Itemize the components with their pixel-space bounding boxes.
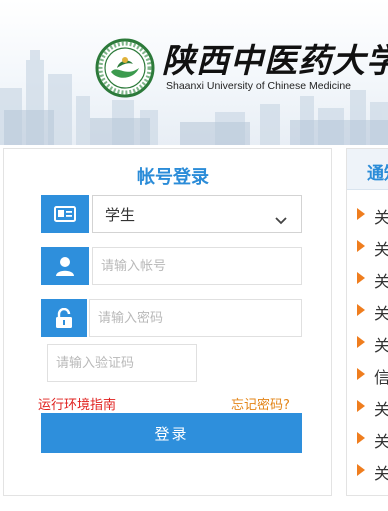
notice-item-text: 关 (374, 428, 388, 452)
role-select[interactable]: 学生 (92, 195, 302, 233)
notice-header: 通知 (347, 149, 388, 190)
bullet-arrow-icon (357, 464, 365, 476)
chevron-down-icon (275, 210, 287, 229)
lock-icon (41, 299, 87, 337)
university-name-en: Shaanxi University of Chinese Medicine (166, 80, 352, 92)
university-name-cn: 陕西中医药大学 (162, 41, 388, 80)
bullet-arrow-icon (357, 208, 365, 220)
header-banner: 陕西中医药大学 Shaanxi University of Chinese Me… (0, 0, 388, 145)
bullet-arrow-icon (357, 368, 365, 380)
notice-item-text: 信 (374, 364, 388, 388)
notice-item[interactable]: 关 (347, 396, 388, 419)
notice-item[interactable]: 关 (347, 332, 388, 355)
university-seal-icon (95, 38, 155, 98)
login-panel: 帐号登录 学生 运行环境指南 (3, 148, 332, 496)
bullet-arrow-icon (357, 304, 365, 316)
notice-title: 通知 (367, 164, 388, 184)
bullet-arrow-icon (357, 272, 365, 284)
notice-item-text: 关 (374, 268, 388, 292)
forgot-password-link[interactable]: 忘记密码? (231, 394, 290, 413)
notice-item-text: 关 (374, 396, 388, 420)
notice-item[interactable]: 关 (347, 268, 388, 291)
notice-item-text: 关 (374, 332, 388, 356)
bullet-arrow-icon (357, 432, 365, 444)
id-card-icon (41, 195, 89, 233)
user-icon (41, 247, 89, 285)
captcha-input[interactable] (47, 344, 197, 382)
notice-item[interactable]: 关 (347, 460, 388, 483)
notice-item[interactable]: 关 (347, 428, 388, 451)
login-title: 帐号登录 (137, 167, 209, 188)
login-button[interactable]: 登录 (41, 413, 302, 453)
notice-item-text: 关 (374, 236, 388, 260)
username-input[interactable] (92, 247, 302, 285)
notice-panel: 通知 关 关 关 关 关 信 关 关 关 (346, 148, 388, 496)
environment-guide-link[interactable]: 运行环境指南 (38, 394, 116, 413)
password-input[interactable] (89, 299, 302, 337)
notice-item[interactable]: 关 (347, 300, 388, 323)
bullet-arrow-icon (357, 240, 365, 252)
role-select-value: 学生 (105, 206, 136, 224)
notice-item-text: 关 (374, 300, 388, 324)
bullet-arrow-icon (357, 336, 365, 348)
notice-item-text: 关 (374, 460, 388, 484)
notice-item-text: 关 (374, 204, 388, 228)
notice-item[interactable]: 关 (347, 236, 388, 259)
bullet-arrow-icon (357, 400, 365, 412)
notice-item[interactable]: 信 (347, 364, 388, 387)
notice-item[interactable]: 关 (347, 204, 388, 227)
